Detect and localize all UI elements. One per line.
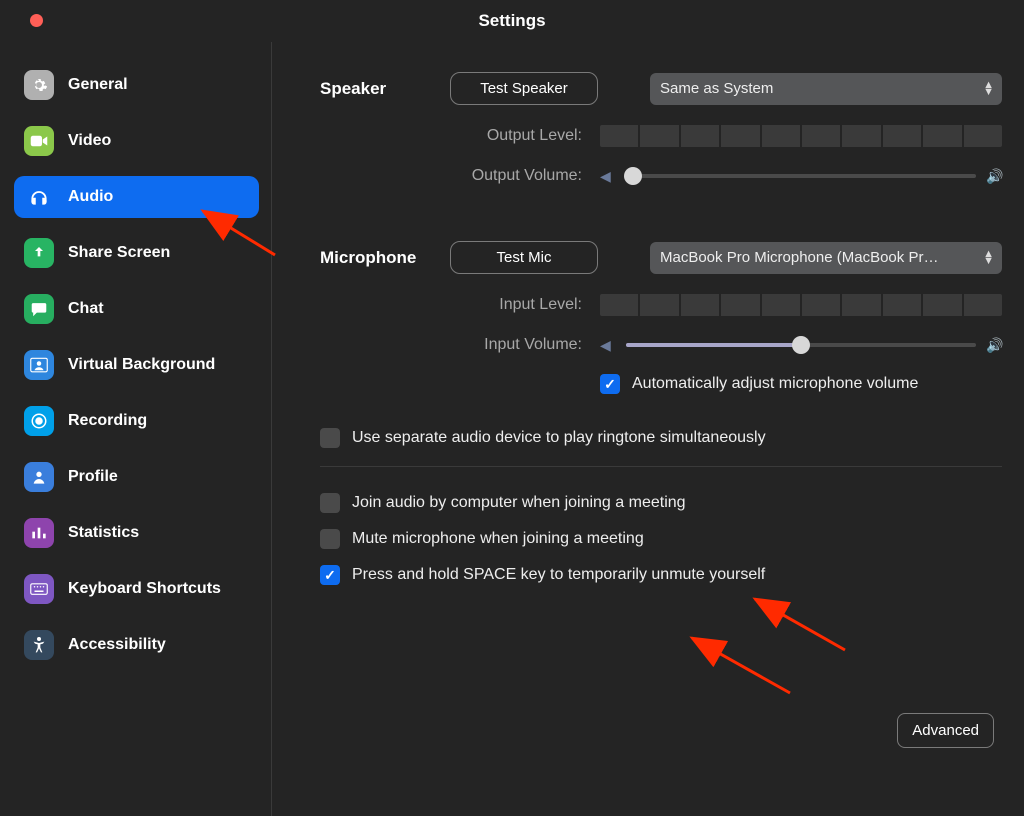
sidebar-item-share-screen[interactable]: Share Screen xyxy=(14,232,259,274)
input-volume-slider[interactable] xyxy=(626,343,976,347)
sidebar-item-label: Chat xyxy=(68,300,104,318)
sidebar-item-label: General xyxy=(68,76,128,94)
sidebar-item-general[interactable]: General xyxy=(14,64,259,106)
titlebar: Settings xyxy=(0,0,1024,42)
mute-on-join-checkbox[interactable] xyxy=(320,529,340,549)
sidebar-item-recording[interactable]: Recording xyxy=(14,400,259,442)
content: Speaker Test Speaker Same as System ▲▼ O… xyxy=(272,42,1024,816)
sidebar: General Video Audio Share Screen Chat Vi… xyxy=(0,42,272,816)
headphones-icon xyxy=(24,182,54,212)
vol-low-icon: ◀ xyxy=(600,337,616,354)
join-audio-checkbox[interactable] xyxy=(320,493,340,513)
sidebar-item-label: Keyboard Shortcuts xyxy=(68,580,221,598)
sidebar-item-label: Statistics xyxy=(68,524,139,542)
speaker-device-dropdown[interactable]: Same as System ▲▼ xyxy=(650,73,1002,105)
sidebar-item-chat[interactable]: Chat xyxy=(14,288,259,330)
speaker-heading: Speaker xyxy=(320,79,450,99)
output-volume-label: Output Volume: xyxy=(320,167,600,185)
close-window-button[interactable] xyxy=(30,14,43,27)
slider-thumb[interactable] xyxy=(792,336,810,354)
vol-high-icon: 🔊 xyxy=(986,168,1002,185)
slider-thumb[interactable] xyxy=(624,167,642,185)
sidebar-item-accessibility[interactable]: Accessibility xyxy=(14,624,259,666)
gear-icon xyxy=(24,70,54,100)
advanced-button[interactable]: Advanced xyxy=(897,713,994,748)
sidebar-item-label: Share Screen xyxy=(68,244,170,262)
updown-arrows-icon: ▲▼ xyxy=(983,251,994,265)
separate-ringtone-checkbox[interactable] xyxy=(320,428,340,448)
window-title: Settings xyxy=(0,11,1024,31)
input-level-label: Input Level: xyxy=(320,296,600,314)
stats-icon xyxy=(24,518,54,548)
share-icon xyxy=(24,238,54,268)
test-speaker-button[interactable]: Test Speaker xyxy=(450,72,598,105)
output-level-label: Output Level: xyxy=(320,127,600,145)
sidebar-item-profile[interactable]: Profile xyxy=(14,456,259,498)
sidebar-item-label: Audio xyxy=(68,188,113,206)
output-volume-slider[interactable] xyxy=(626,174,976,178)
output-level-meter xyxy=(600,125,1002,147)
separate-ringtone-label: Use separate audio device to play ringto… xyxy=(352,429,766,447)
sidebar-item-label: Recording xyxy=(68,412,147,430)
sidebar-item-statistics[interactable]: Statistics xyxy=(14,512,259,554)
updown-arrows-icon: ▲▼ xyxy=(983,82,994,96)
microphone-device-dropdown[interactable]: MacBook Pro Microphone (MacBook Pr… ▲▼ xyxy=(650,242,1002,274)
input-volume-label: Input Volume: xyxy=(320,336,600,354)
sidebar-item-label: Video xyxy=(68,132,111,150)
accessibility-icon xyxy=(24,630,54,660)
sidebar-item-virtual-background[interactable]: Virtual Background xyxy=(14,344,259,386)
mute-on-join-label: Mute microphone when joining a meeting xyxy=(352,530,644,548)
keyboard-icon xyxy=(24,574,54,604)
sidebar-item-audio[interactable]: Audio xyxy=(14,176,259,218)
record-icon xyxy=(24,406,54,436)
join-audio-label: Join audio by computer when joining a me… xyxy=(352,494,686,512)
vol-high-icon: 🔊 xyxy=(986,337,1002,354)
microphone-heading: Microphone xyxy=(320,248,450,268)
test-mic-button[interactable]: Test Mic xyxy=(450,241,598,274)
sidebar-item-label: Accessibility xyxy=(68,636,166,654)
person-bg-icon xyxy=(24,350,54,380)
input-level-meter xyxy=(600,294,1002,316)
video-icon xyxy=(24,126,54,156)
auto-adjust-mic-label: Automatically adjust microphone volume xyxy=(632,375,918,393)
space-unmute-label: Press and hold SPACE key to temporarily … xyxy=(352,566,765,584)
chat-icon xyxy=(24,294,54,324)
divider xyxy=(320,466,1002,467)
sidebar-item-label: Virtual Background xyxy=(68,356,215,374)
space-unmute-checkbox[interactable] xyxy=(320,565,340,585)
sidebar-item-label: Profile xyxy=(68,468,118,486)
sidebar-item-video[interactable]: Video xyxy=(14,120,259,162)
vol-low-icon: ◀ xyxy=(600,168,616,185)
auto-adjust-mic-checkbox[interactable] xyxy=(600,374,620,394)
profile-icon xyxy=(24,462,54,492)
sidebar-item-keyboard-shortcuts[interactable]: Keyboard Shortcuts xyxy=(14,568,259,610)
